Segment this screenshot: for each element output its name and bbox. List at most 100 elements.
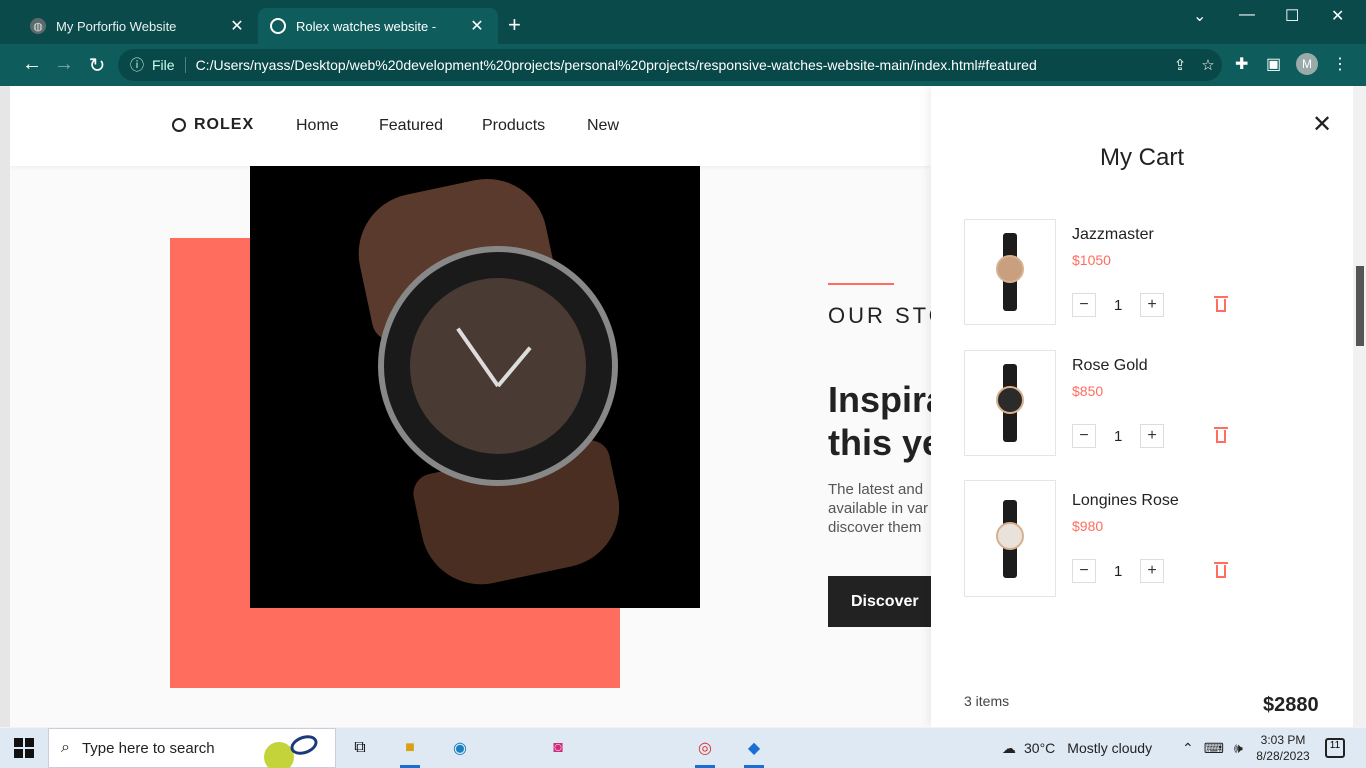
weather-temp: 30°C xyxy=(1024,740,1056,756)
browser-toolbar: ← → ↻ ⓘ File C:/Users/nyass/Desktop/web%… xyxy=(0,44,1366,86)
decrease-qty-button[interactable]: − xyxy=(1072,424,1096,448)
product-price: $980 xyxy=(1072,518,1104,534)
search-highlight-icon xyxy=(264,731,326,768)
product-price: $850 xyxy=(1072,383,1104,399)
maximize-icon[interactable]: ☐ xyxy=(1285,6,1299,26)
extensions-icon[interactable]: ✚ xyxy=(1235,54,1248,74)
address-bar[interactable]: ⓘ File C:/Users/nyass/Desktop/web%20deve… xyxy=(118,49,1222,81)
system-clock[interactable]: 3:03 PM 8/28/2023 xyxy=(1255,732,1311,764)
browser-tab-active[interactable]: Rolex watches website - ✕ xyxy=(258,8,498,44)
star-icon[interactable]: ☆ xyxy=(1194,56,1222,74)
weather-widget[interactable]: ☁ 30°C Mostly cloudy xyxy=(1002,728,1152,768)
tray-icons: ⌃ ⌨ 🕪 xyxy=(1182,728,1243,768)
window-close-icon[interactable]: ✕ xyxy=(1331,6,1344,26)
product-name: Jazzmaster xyxy=(1072,226,1154,243)
decrease-qty-button[interactable]: − xyxy=(1072,559,1096,583)
nav-featured[interactable]: Featured xyxy=(379,117,443,135)
trash-icon[interactable] xyxy=(1214,296,1228,312)
product-image xyxy=(964,219,1056,325)
chevron-up-icon[interactable]: ⌃ xyxy=(1182,740,1194,757)
logo-pane xyxy=(25,738,34,747)
tab-close-icon[interactable]: ✕ xyxy=(468,16,486,36)
logo-pane xyxy=(25,749,34,758)
watch-thumbnail xyxy=(996,499,1024,578)
forward-arrow-icon[interactable]: → xyxy=(52,53,76,76)
decrease-qty-button[interactable]: − xyxy=(1072,293,1096,317)
browser-tab-bar: ◍ My Porforfio Website ✕ Rolex watches w… xyxy=(0,0,1366,44)
watch-logo-icon xyxy=(172,118,186,132)
thumbnail-face xyxy=(996,386,1024,414)
windows-start-icon[interactable] xyxy=(14,738,34,758)
globe-icon: ◍ xyxy=(30,18,46,34)
vscode-icon[interactable]: ◆ xyxy=(740,734,768,768)
new-tab-icon[interactable]: + xyxy=(508,12,521,38)
page-viewport: ROLEX Home Featured Products New OUR STO… xyxy=(10,86,1353,727)
cart-panel: ✕ My Cart Jazzmaster $1050 − 1 + Rose Go… xyxy=(931,86,1353,727)
cart-item: Rose Gold $850 − 1 + xyxy=(964,350,1324,456)
cloud-icon: ☁ xyxy=(1002,739,1016,756)
tab-title: My Porforfio Website xyxy=(56,18,177,34)
clock-time: 3:03 PM xyxy=(1260,733,1306,747)
nav-new[interactable]: New xyxy=(587,117,619,135)
site-header: ROLEX Home Featured Products New xyxy=(10,86,931,166)
scheme-label: File xyxy=(152,57,186,73)
watch-thumbnail xyxy=(996,364,1024,442)
site-logo[interactable]: ROLEX xyxy=(172,116,254,134)
trash-icon[interactable] xyxy=(1214,562,1228,578)
browser-tab[interactable]: ◍ My Porforfio Website ✕ xyxy=(18,8,258,44)
increase-qty-button[interactable]: + xyxy=(1140,424,1164,448)
cart-title: My Cart xyxy=(1100,144,1184,171)
chrome-icon[interactable]: ◎ xyxy=(691,734,719,768)
url-text[interactable]: C:/Users/nyass/Desktop/web%20development… xyxy=(196,57,1166,73)
edge-icon[interactable]: ◉ xyxy=(446,734,474,762)
page-scrollbar[interactable] xyxy=(1353,86,1366,727)
quantity-value: 1 xyxy=(1114,563,1123,580)
logo-text: ROLEX xyxy=(194,116,255,133)
clock-date: 8/28/2023 xyxy=(1256,749,1310,763)
profile-avatar[interactable]: M xyxy=(1296,53,1318,75)
story-watch-image xyxy=(250,166,700,608)
taskbar: ⌕ Type here to search ⧉ ■ ◉ ◙ ◎ ◆ ☁ 30°C… xyxy=(0,728,1366,768)
cart-total: $2880 xyxy=(1263,694,1319,716)
share-icon[interactable]: ⇪ xyxy=(1166,56,1194,74)
notification-icon[interactable]: 11 xyxy=(1325,738,1345,758)
product-image xyxy=(964,480,1056,597)
product-image xyxy=(964,350,1056,456)
watch-favicon-icon xyxy=(270,18,286,34)
thumbnail-face xyxy=(996,255,1024,283)
task-view-icon[interactable]: ⧉ xyxy=(346,734,374,762)
story-accent-line xyxy=(828,283,894,285)
product-name: Rose Gold xyxy=(1072,357,1148,374)
trash-icon[interactable] xyxy=(1214,427,1228,443)
info-icon[interactable]: ⓘ xyxy=(130,55,144,75)
nav-home[interactable]: Home xyxy=(296,117,339,135)
trash-lid xyxy=(1214,296,1228,298)
network-icon[interactable]: ⌨ xyxy=(1204,740,1224,757)
quantity-value: 1 xyxy=(1114,428,1123,445)
scrollbar-thumb[interactable] xyxy=(1356,266,1364,346)
trash-lid xyxy=(1214,427,1228,429)
instagram-icon[interactable]: ◙ xyxy=(544,734,572,762)
trash-can xyxy=(1216,430,1226,443)
product-price: $1050 xyxy=(1072,252,1111,268)
file-explorer-icon[interactable]: ■ xyxy=(396,734,424,768)
reload-icon[interactable]: ↻ xyxy=(85,53,109,78)
speaker-icon[interactable]: 🕪 xyxy=(1234,740,1243,757)
cart-item: Jazzmaster $1050 − 1 + xyxy=(964,219,1324,325)
cart-item-count: 3 items xyxy=(964,693,1010,709)
close-icon[interactable]: ✕ xyxy=(1312,110,1332,139)
menu-dots-icon[interactable]: ⋮ xyxy=(1332,54,1348,74)
tab-close-icon[interactable]: ✕ xyxy=(228,16,246,36)
search-placeholder: Type here to search xyxy=(81,739,215,757)
nav-products[interactable]: Products xyxy=(482,117,545,135)
weather-desc: Mostly cloudy xyxy=(1067,740,1153,756)
trash-can xyxy=(1216,565,1226,578)
increase-qty-button[interactable]: + xyxy=(1140,559,1164,583)
chevron-down-icon[interactable]: ⌄ xyxy=(1193,6,1206,26)
product-name: Longines Rose xyxy=(1072,492,1179,509)
quantity-value: 1 xyxy=(1114,297,1123,314)
side-panel-icon[interactable]: ▣ xyxy=(1266,54,1281,74)
back-arrow-icon[interactable]: ← xyxy=(20,53,44,76)
increase-qty-button[interactable]: + xyxy=(1140,293,1164,317)
minimize-icon[interactable]: — xyxy=(1239,6,1255,24)
